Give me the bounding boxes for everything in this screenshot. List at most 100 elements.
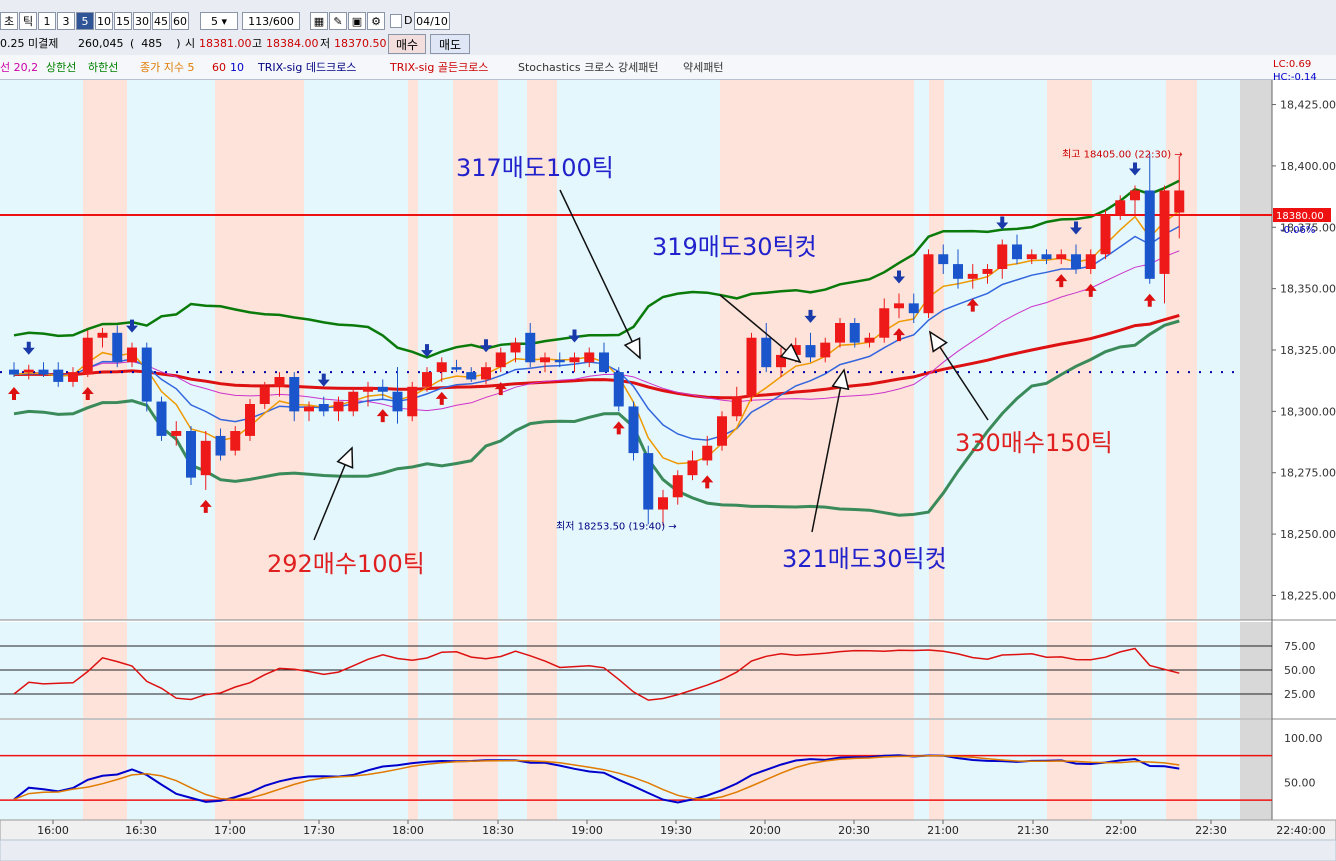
candle-body [953,264,963,279]
session-band [929,720,944,820]
candle-body [333,401,344,412]
candle-body [274,377,285,387]
candle-body [112,332,123,363]
candle-body [1144,190,1155,279]
candle-body [377,386,388,392]
time-tick-label: 22:00 [1105,824,1137,837]
current-price-change: -0.06% [1280,225,1315,236]
session-band [1166,720,1197,820]
candle-body [1041,254,1052,260]
candle-body [672,475,683,498]
time-tick-label: 21:00 [927,824,959,837]
stoch-tick-label: 25.00 [1284,688,1316,701]
session-band [1047,80,1092,620]
time-tick-label: 18:00 [392,824,424,837]
candle-body [436,362,447,373]
candle-body [997,244,1008,269]
right-margin-area [1240,720,1272,820]
candle-body [643,453,654,510]
current-price-label: 18380.00 [1276,211,1324,222]
trade-annotation: 292매수100틱 [267,550,425,578]
candle-body [68,372,78,382]
candle-body [525,332,536,363]
stoch-tick-label: 75.00 [1284,640,1316,653]
session-band [527,720,557,820]
candle-body [879,308,890,338]
candle-body [392,391,403,412]
trix-tick-label: 50.00 [1284,776,1316,789]
price-tick-label: 18,300.00 [1280,405,1336,418]
candle-body [141,347,152,402]
candle-body [422,372,432,387]
time-tick-label: 21:30 [1017,824,1049,837]
candle-body [554,359,565,363]
candle-body [451,367,462,370]
trade-annotation: 319매도30틱컷 [652,233,817,261]
candle-body [53,369,64,382]
stoch-tick-label: 50.00 [1284,664,1316,677]
time-tick-label: 17:00 [214,824,246,837]
candle-body [348,391,359,412]
candle-body [849,323,860,343]
candle-body [156,401,167,436]
price-chart[interactable]: 18,225.00 18,250.00 18,275.00 18,300.00 18,3… [0,0,1336,861]
price-tick-label: 18,350.00 [1280,283,1336,296]
candle-body [127,347,137,363]
candle-body [731,396,742,417]
candle-body [613,372,624,407]
candle-body [1026,254,1037,260]
candle-body [82,337,93,375]
trade-annotation: 330매수150틱 [955,429,1113,457]
candle-body [908,303,919,314]
session-band [453,720,498,820]
candle-body [1012,244,1022,260]
candle-body [746,337,757,397]
candle-body [304,406,314,412]
candle-body [318,404,329,412]
candle-body [938,254,949,265]
time-tick-label: 18:30 [482,824,514,837]
time-tick-label: 20:30 [838,824,870,837]
price-tick-label: 18,275.00 [1280,467,1336,480]
candle-body [215,435,226,456]
session-band [215,720,304,820]
time-tick-label: 16:30 [125,824,157,837]
candle-body [9,369,19,375]
price-tick-label: 18,325.00 [1280,344,1336,357]
bottom-scrollbar [0,839,1336,861]
price-tick-label: 18,250.00 [1280,528,1336,541]
session-band [1047,720,1092,820]
candle-body [230,431,241,451]
session-band [83,720,127,820]
candle-body [38,369,49,375]
candle-body [466,372,477,380]
time-tick-label: 22:30 [1195,824,1227,837]
candle-body [510,342,521,353]
candle-body [1174,190,1185,213]
time-tick-label: 19:30 [660,824,692,837]
price-tick-label: 18,425.00 [1280,99,1336,112]
candle-body [289,377,300,412]
high-note: 최고 18405.00 (22:30) → [1062,149,1183,161]
candle-body [1115,200,1126,215]
candle-body [1100,215,1111,255]
candle-body [835,323,845,343]
candle-body [1085,254,1096,269]
time-tick-label: 22:40:00 [1276,824,1325,837]
candle-body [97,332,108,338]
candle-body [200,440,211,476]
candle-body [569,357,580,363]
candle-body [967,273,978,279]
candle-body [1056,254,1067,260]
session-band [720,720,914,820]
candle-body [259,386,270,404]
candle-body [599,352,609,373]
candle-body [658,497,668,510]
candle-body [864,337,875,343]
candle-body [1071,254,1081,269]
time-tick-label: 16:00 [37,824,69,837]
candle-body [628,406,639,454]
candle-body [481,367,491,380]
trade-annotation: 321매도30틱컷 [782,545,947,573]
session-band [408,720,418,820]
